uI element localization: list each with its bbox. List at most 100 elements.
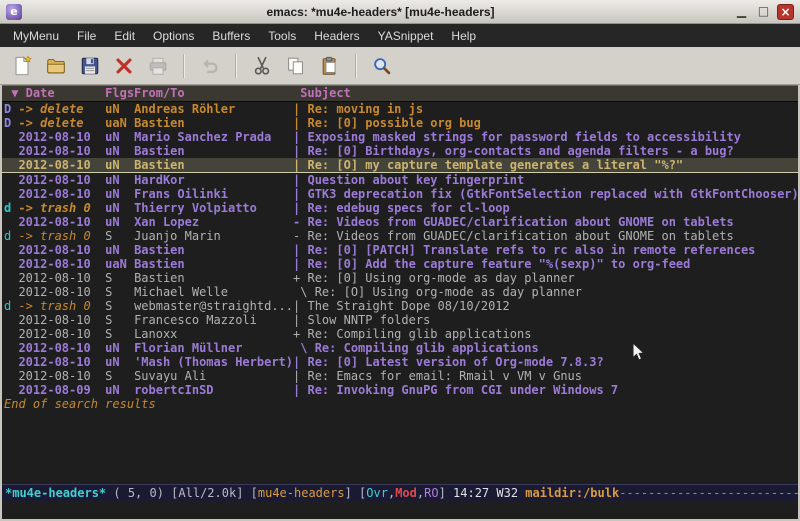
message-date: -> trash 0	[18, 201, 105, 215]
search-icon[interactable]	[368, 52, 396, 80]
message-from: Bastien	[134, 271, 293, 285]
header-line[interactable]: ▼ Date FlgsFrom/To Subject	[2, 85, 798, 102]
open-file-icon[interactable]	[42, 52, 70, 80]
message-marker	[4, 313, 18, 327]
paste-icon[interactable]	[316, 52, 344, 80]
toolbar	[0, 47, 800, 85]
toolbar-separator	[235, 54, 237, 78]
maximize-button[interactable]: □	[755, 4, 772, 20]
message-subject: Re: Invoking GnuPG from CGI under Window…	[307, 383, 618, 397]
menu-item-help[interactable]: Help	[442, 26, 485, 46]
thread-separator: |	[293, 144, 307, 158]
message-row[interactable]: 2012-08-10 uN Bastien | Re: [0] Birthday…	[2, 144, 798, 158]
thread-separator: |	[293, 243, 307, 257]
message-marker	[4, 327, 18, 341]
menu-item-options[interactable]: Options	[144, 26, 203, 46]
message-row[interactable]: 2012-08-10 S Michael Welle \ Re: [O] Usi…	[2, 285, 798, 299]
modeline-segment: Ovr	[366, 486, 388, 500]
thread-separator: \	[293, 285, 315, 299]
message-marker	[4, 173, 18, 187]
new-file-icon[interactable]	[8, 52, 36, 80]
message-flags: uN	[105, 355, 134, 369]
message-row[interactable]: 2012-08-10 uN Xan Lopez - Re: Videos fro…	[2, 215, 798, 229]
message-subject: Re: [0] possible org bug	[307, 116, 480, 130]
title-bar[interactable]: e emacs: *mu4e-headers* [mu4e-headers] ▁…	[0, 0, 800, 24]
message-date: 2012-08-10	[18, 313, 105, 327]
message-from: Bastien	[134, 158, 293, 172]
message-row[interactable]: 2012-08-10 uN HardKor | Question about k…	[2, 173, 798, 187]
message-from: Mario Sanchez Prada	[134, 130, 293, 144]
message-row[interactable]: 2012-08-10 uaN Bastien | Re: [0] Add the…	[2, 257, 798, 271]
message-flags: uN	[105, 215, 134, 229]
message-flags: S	[105, 313, 134, 327]
message-row[interactable]: 2012-08-10 uN Frans Oilinki | GTK3 depre…	[2, 187, 798, 201]
save-icon[interactable]	[76, 52, 104, 80]
message-subject: Re: Videos from GUADEC/clarification abo…	[307, 229, 733, 243]
message-flags: uN	[105, 201, 134, 215]
menu-item-edit[interactable]: Edit	[105, 26, 144, 46]
message-from: Xan Lopez	[134, 215, 293, 229]
message-marker: d	[4, 229, 18, 243]
message-flags: S	[105, 369, 134, 383]
message-row[interactable]: d -> trash 0 uN Thierry Volpiatto | Re: …	[2, 201, 798, 215]
kill-buffer-icon[interactable]	[110, 52, 138, 80]
modeline-segment: Mod	[395, 486, 417, 500]
message-flags: S	[105, 285, 134, 299]
message-flags: S	[105, 299, 134, 313]
message-date: 2012-08-10	[18, 271, 105, 285]
message-row[interactable]: 2012-08-10 uN 'Mash (Thomas Herbert)| Re…	[2, 355, 798, 369]
minimize-button[interactable]: ▁	[733, 4, 750, 20]
message-row[interactable]: 2012-08-09 uN robertcInSD | Re: Invoking…	[2, 383, 798, 397]
menu-item-buffers[interactable]: Buffers	[203, 26, 259, 46]
close-button[interactable]: ×	[777, 4, 794, 20]
menu-item-headers[interactable]: Headers	[305, 26, 368, 46]
message-row[interactable]: 2012-08-10 S Bastien + Re: [0] Using org…	[2, 271, 798, 285]
message-row[interactable]: 2012-08-10 S Francesco Mazzoli | Slow NN…	[2, 313, 798, 327]
message-row[interactable]: 2012-08-10 S Suvayu Ali | Re: Emacs for …	[2, 369, 798, 383]
thread-separator: |	[293, 116, 307, 130]
mode-line[interactable]: *mu4e-headers* ( 5, 0) [All/2.0k] [mu4e-…	[2, 484, 798, 501]
menu-item-file[interactable]: File	[68, 26, 105, 46]
thread-separator: |	[293, 355, 307, 369]
message-from: Bastien	[134, 243, 293, 257]
message-flags: S	[105, 229, 134, 243]
message-row[interactable]: 2012-08-10 uN Mario Sanchez Prada | Expo…	[2, 130, 798, 144]
modeline-segment: *mu4e-headers*	[5, 486, 106, 500]
print-icon	[144, 52, 172, 80]
thread-separator: |	[293, 257, 307, 271]
message-from: robertcInSD	[134, 383, 293, 397]
menu-item-yasnippet[interactable]: YASnippet	[369, 26, 443, 46]
message-date: 2012-08-10	[18, 215, 105, 229]
menu-item-mymenu[interactable]: MyMenu	[4, 26, 68, 46]
emacs-window: e emacs: *mu4e-headers* [mu4e-headers] ▁…	[0, 0, 800, 521]
thread-separator: -	[293, 229, 307, 243]
message-list: D -> delete uN Andreas Röhler | Re: movi…	[2, 102, 798, 397]
message-from: Thierry Volpiatto	[134, 201, 293, 215]
message-marker	[4, 271, 18, 285]
message-row[interactable]: D -> delete uaN Bastien | Re: [0] possib…	[2, 116, 798, 130]
message-flags: uN	[105, 158, 134, 172]
cut-icon[interactable]	[248, 52, 276, 80]
message-row[interactable]: 2012-08-10 uN Bastien | Re: [0] [PATCH] …	[2, 243, 798, 257]
message-row[interactable]: 2012-08-10 S Lanoxx + Re: Compiling glib…	[2, 327, 798, 341]
message-subject: Re: [0] Add the capture feature "%(sexp)…	[307, 257, 690, 271]
message-row[interactable]: 2012-08-10 uN Florian Müllner \ Re: Comp…	[2, 341, 798, 355]
message-marker: D	[4, 102, 18, 116]
message-flags: uN	[105, 144, 134, 158]
copy-icon[interactable]	[282, 52, 310, 80]
message-subject: Question about key fingerprint	[307, 173, 524, 187]
message-marker	[4, 369, 18, 383]
menu-bar: MyMenuFileEditOptionsBuffersToolsHeaders…	[0, 24, 800, 47]
message-subject: Exposing masked strings for password fie…	[307, 130, 740, 144]
message-subject: Re: [0] Using org-mode as day planner	[307, 271, 574, 285]
message-row[interactable]: D -> delete uN Andreas Röhler | Re: movi…	[2, 102, 798, 116]
message-date: 2012-08-10	[18, 369, 105, 383]
message-row[interactable]: d -> trash 0 S webmaster@straightd...| T…	[2, 299, 798, 313]
echo-area[interactable]	[2, 501, 798, 519]
menu-item-tools[interactable]: Tools	[259, 26, 305, 46]
buffer-empty-space	[2, 411, 798, 484]
message-row[interactable]: 2012-08-10 uN Bastien | Re: [O] my captu…	[2, 158, 798, 173]
message-date: 2012-08-10	[18, 243, 105, 257]
thread-separator: -	[293, 215, 307, 229]
message-row[interactable]: d -> trash 0 S Juanjo Marin - Re: Videos…	[2, 229, 798, 243]
